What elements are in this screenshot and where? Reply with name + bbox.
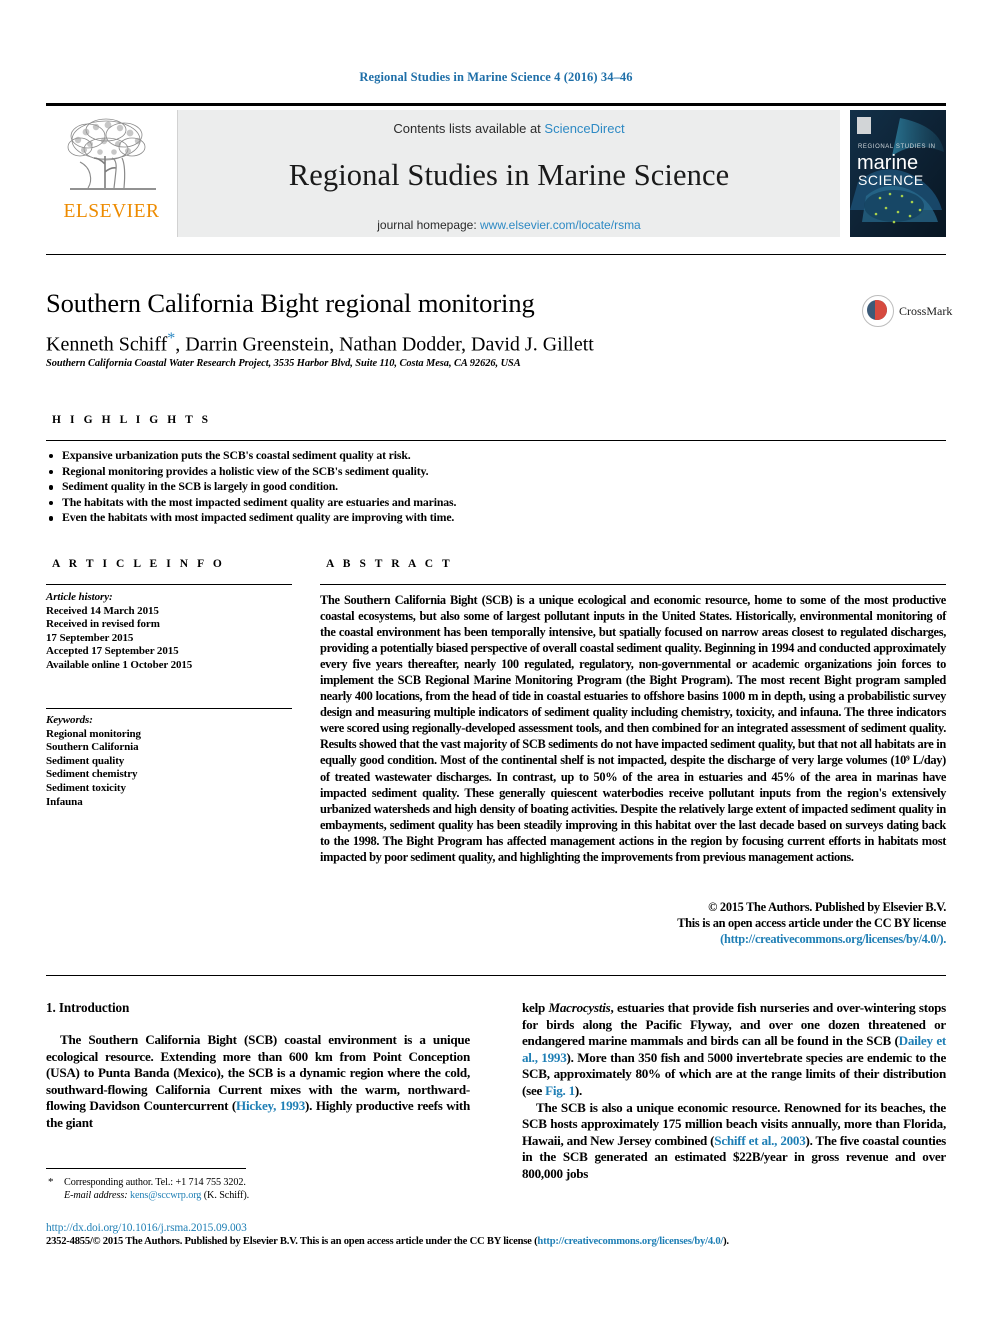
- list-item: Sediment quality in the SCB is largely i…: [46, 479, 726, 495]
- issn-copyright-line: 2352-4855/© 2015 The Authors. Published …: [46, 1236, 946, 1247]
- keywords-block: Keywords: Regional monitoring Southern C…: [46, 714, 292, 809]
- article-history-label: Article history:: [46, 591, 113, 603]
- footnote-block: * Corresponding author. Tel.: +1 714 755 …: [46, 1176, 470, 1202]
- list-item: Regional monitoring provides a holistic …: [46, 464, 726, 480]
- section-heading-introduction: 1. Introduction: [46, 1000, 130, 1015]
- keyword-item: Sediment toxicity: [46, 781, 126, 794]
- paragraph-part: ).: [574, 1082, 583, 1098]
- keyword-item: Southern California: [46, 741, 139, 754]
- highlights-heading: H I G H L I G H T S: [52, 414, 212, 426]
- history-line: Received in revised form: [46, 618, 160, 631]
- homepage-link[interactable]: www.elsevier.com/locate/rsma: [480, 218, 641, 232]
- email-suffix: (K. Schiff).: [203, 1190, 250, 1201]
- paragraph-part: kelp: [522, 1000, 549, 1015]
- elsevier-tree-icon: [67, 118, 156, 190]
- abstract-text: The Southern California Bight (SCB) is a…: [320, 593, 946, 864]
- crossmark-badge-group[interactable]: CrossMark: [862, 288, 952, 334]
- journal-cover-thumbnail: REGIONAL STUDIES IN marine SCIENCE: [850, 110, 946, 237]
- page-title: Southern California Bight regional monit…: [46, 288, 535, 318]
- article-page: Regional Studies in Marine Science 4 (20…: [0, 0, 992, 1323]
- keyword-item: Regional monitoring: [46, 727, 141, 740]
- issn-license-link[interactable]: http://creativecommons.org/licenses/by/4…: [537, 1236, 723, 1247]
- affiliation: Southern California Coastal Water Resear…: [46, 358, 521, 369]
- paragraph: The Southern California Bight (SCB) coas…: [46, 1032, 470, 1132]
- article-info-heading: A R T I C L E I N F O: [52, 558, 225, 570]
- journal-masthead: ELSEVIER Contents lists available at Sci…: [46, 103, 946, 237]
- keywords-divider: [46, 708, 292, 709]
- species-name: Macrocystis: [548, 1000, 611, 1015]
- cover-line-1: REGIONAL STUDIES IN: [858, 144, 936, 150]
- article-info-block: Article history: Received 14 March 2015 …: [46, 591, 292, 673]
- crossmark-icon[interactable]: [862, 295, 894, 327]
- email-link[interactable]: kens@sccwrp.org: [130, 1190, 201, 1201]
- contents-lists-line: Contents lists available at ScienceDirec…: [393, 121, 624, 136]
- author-rest: , Darrin Greenstein, Nathan Dodder, Davi…: [175, 333, 594, 356]
- keyword-item: Infauna: [46, 795, 83, 808]
- running-head: Regional Studies in Marine Science 4 (20…: [359, 70, 633, 84]
- elsevier-wordmark: ELSEVIER: [63, 201, 160, 222]
- contents-prefix: Contents lists available at: [393, 121, 545, 136]
- paragraph: kelp Macrocystis, estuaries that provide…: [522, 1000, 946, 1100]
- masthead-center: Contents lists available at ScienceDirec…: [178, 110, 840, 237]
- list-item: Even the habitats with most impacted sed…: [46, 510, 726, 526]
- journal-homepage-line: journal homepage: www.elsevier.com/locat…: [377, 218, 640, 232]
- crossmark-label: CrossMark: [899, 303, 953, 318]
- author-first: Kenneth Schiff: [46, 333, 168, 356]
- paragraph-part: ). More than 350 fish and 5000 invertebr…: [522, 1049, 947, 1098]
- abstract-divider: [320, 584, 946, 585]
- license-link[interactable]: (http://creativecommons.org/licenses/by/…: [320, 931, 946, 947]
- citation-link[interactable]: Hickey, 1993: [236, 1098, 305, 1113]
- journal-title: Regional Studies in Marine Science: [288, 158, 730, 192]
- author-list: Kenneth Schiff*, Darrin Greenstein, Nath…: [46, 327, 846, 357]
- body-column-left: 1. Introduction The Southern California …: [46, 1000, 470, 1132]
- history-line: Received 14 March 2015: [46, 604, 159, 617]
- figure-link[interactable]: Fig. 1: [545, 1083, 575, 1098]
- title-divider: [46, 254, 946, 255]
- copyright-line: © 2015 The Authors. Published by Elsevie…: [708, 900, 946, 914]
- email-label: E-mail address:: [64, 1190, 128, 1201]
- cover-line-2: marine: [857, 152, 918, 174]
- list-item: The habitats with the most impacted sedi…: [46, 495, 726, 511]
- list-item: Expansive urbanization puts the SCB's co…: [46, 448, 726, 464]
- history-line: Available online 1 October 2015: [46, 658, 193, 671]
- abstract-heading: A B S T R A C T: [326, 558, 453, 570]
- journal-cover-art: REGIONAL STUDIES IN marine SCIENCE: [850, 110, 946, 237]
- issn-text-b: ).: [723, 1236, 729, 1247]
- license-line: This is an open access article under the…: [677, 916, 946, 931]
- cover-line-3: SCIENCE: [858, 172, 924, 188]
- body-divider: [46, 975, 946, 976]
- abstract-copyright: © 2015 The Authors. Published by Elsevie…: [320, 899, 946, 947]
- article-info-divider: [46, 584, 292, 585]
- highlights-list: Expansive urbanization puts the SCB's co…: [46, 448, 726, 526]
- issn-text-a: 2352-4855/© 2015 The Authors. Published …: [46, 1236, 538, 1247]
- corresponding-author-text: Corresponding author. Tel.: +1 714 755 3…: [64, 1177, 246, 1188]
- body-column-right: kelp Macrocystis, estuaries that provide…: [522, 1000, 946, 1183]
- doi-link[interactable]: http://dx.doi.org/10.1016/j.rsma.2015.09…: [46, 1222, 247, 1234]
- history-line: Accepted 17 September 2015: [46, 645, 179, 658]
- keywords-label: Keywords:: [46, 714, 93, 726]
- elsevier-logo: ELSEVIER: [46, 110, 178, 237]
- corresponding-author-note: * Corresponding author. Tel.: +1 714 755 …: [46, 1176, 470, 1189]
- paragraph: The SCB is also a unique economic resour…: [522, 1100, 946, 1183]
- keyword-item: Sediment chemistry: [46, 768, 138, 781]
- email-note: E-mail address: kens@sccwrp.org (K. Schi…: [46, 1189, 470, 1202]
- footnote-divider: [46, 1168, 246, 1169]
- history-line: 17 September 2015: [46, 631, 134, 644]
- citation-link[interactable]: Schiff et al., 2003: [714, 1133, 805, 1148]
- homepage-prefix: journal homepage:: [377, 218, 481, 232]
- sciencedirect-link[interactable]: ScienceDirect: [544, 121, 624, 136]
- footnote-marker: *: [48, 1176, 54, 1188]
- highlights-divider: [46, 440, 946, 441]
- keyword-item: Sediment quality: [46, 754, 125, 767]
